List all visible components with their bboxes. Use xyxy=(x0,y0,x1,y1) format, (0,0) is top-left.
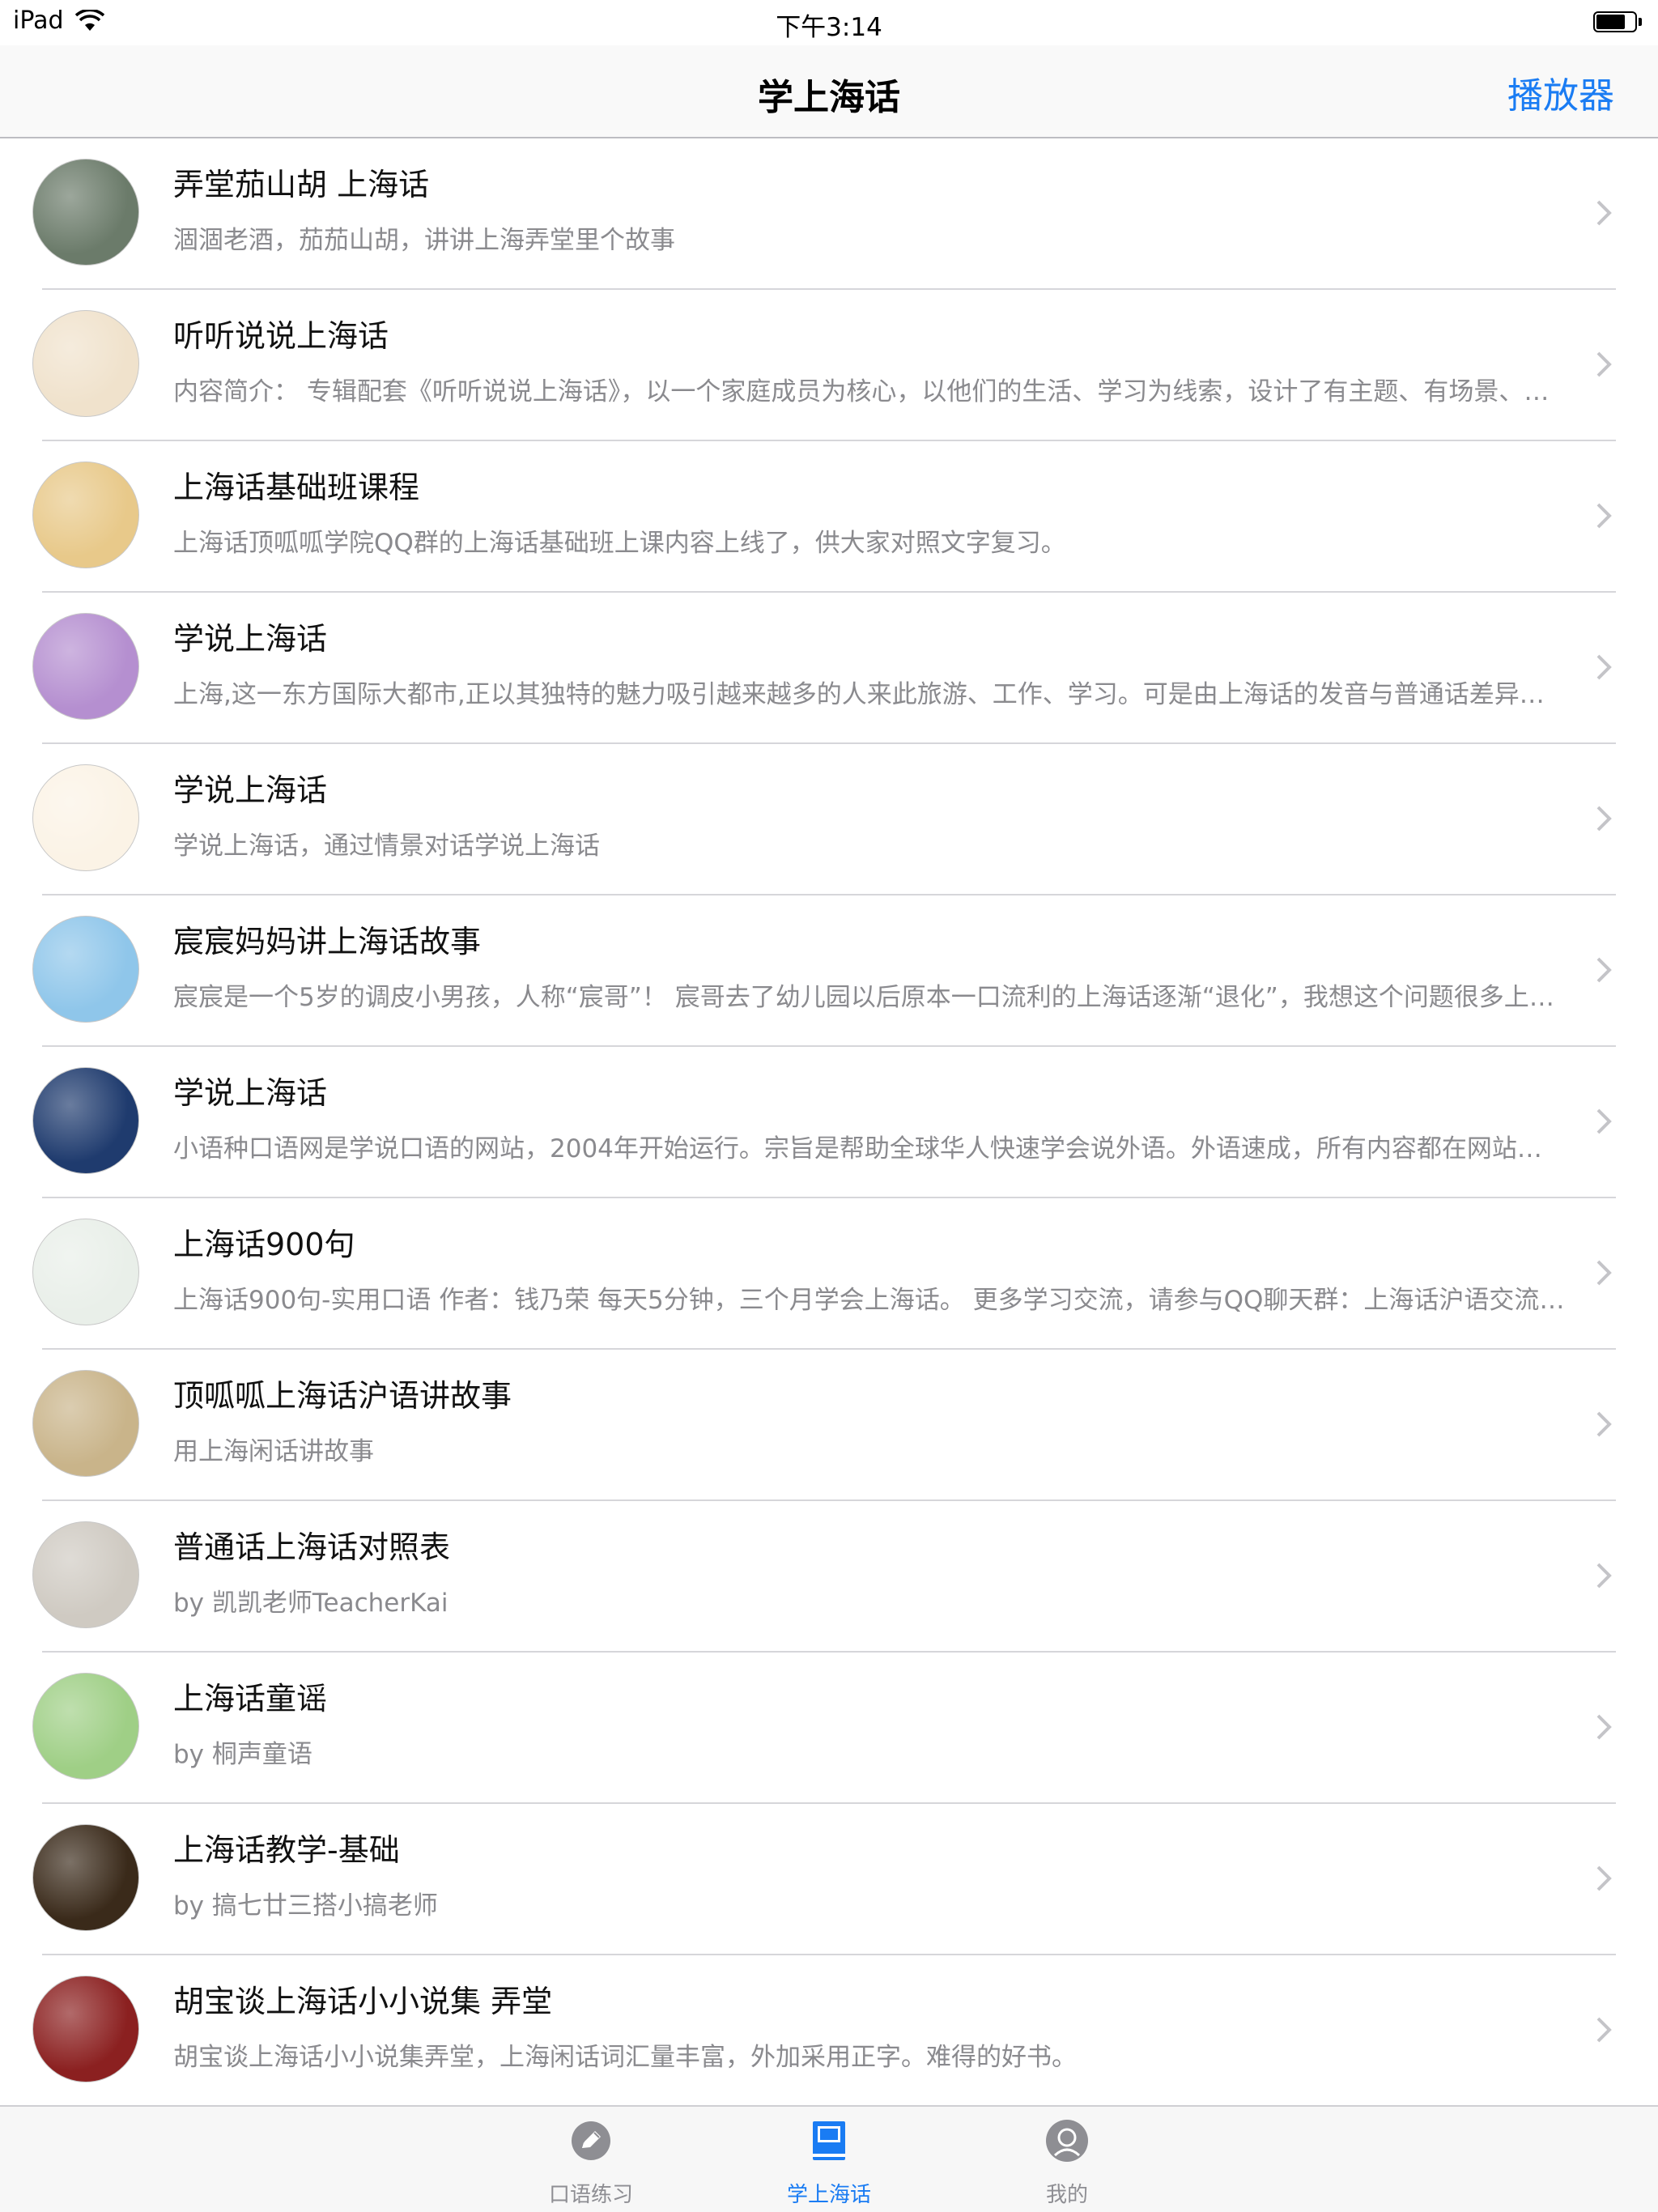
item-subtitle: 上海,这一东方国际大都市,正以其独特的魅力吸引越来越多的人来此旅游、工作、学习。… xyxy=(173,680,1566,709)
navigation-bar: 学上海话 播放器 xyxy=(0,45,1658,138)
page-title: 学上海话 xyxy=(758,77,900,118)
item-subtitle: by 凯凯老师TeacherKai xyxy=(173,1589,449,1618)
battery-icon xyxy=(1593,11,1642,32)
item-subtitle: 上海话900句-实用口语 作者：钱乃荣 每天5分钟，三个月学会上海话。 更多学习… xyxy=(173,1286,1566,1315)
list-item[interactable]: 上海话900句上海话900句-实用口语 作者：钱乃荣 每天5分钟，三个月学会上海… xyxy=(0,1198,1658,1350)
item-subtitle: 内容简介： 专辑配套《听听说说上海话》，以一个家庭成员为核心，以他们的生活、学习… xyxy=(173,377,1566,406)
list-item[interactable]: 上海话教学-基础 by 搞七廿三搭小搞老师 xyxy=(0,1804,1658,1955)
list-item[interactable]: 上海话基础班课程上海话顶呱呱学院QQ群的上海话基础班上课内容上线了，供大家对照文… xyxy=(0,441,1658,593)
course-thumbnail xyxy=(32,1976,139,2082)
course-thumbnail xyxy=(32,613,139,720)
tab-label: 口语练习 xyxy=(548,2183,633,2207)
course-thumbnail xyxy=(32,916,139,1023)
status-time: 下午3:14 xyxy=(776,13,882,42)
chevron-right-icon xyxy=(1596,654,1612,680)
tab-me[interactable]: 我的 xyxy=(986,2118,1148,2208)
chevron-right-icon xyxy=(1596,1714,1612,1740)
book-icon xyxy=(813,2121,845,2160)
status-bar: iPad 下午3:14 xyxy=(0,0,1658,45)
item-title: 上海话900句 xyxy=(173,1227,355,1262)
list-item[interactable]: 顶呱呱上海话沪语讲故事用上海闲话讲故事 xyxy=(0,1350,1658,1501)
chevron-right-icon xyxy=(1596,1108,1612,1134)
chevron-right-icon xyxy=(1596,1411,1612,1437)
list-item[interactable]: 宸宸妈妈讲上海话故事宸宸是一个5岁的调皮小男孩，人称“宸哥”！ 宸哥去了幼儿园以… xyxy=(0,895,1658,1047)
list-item[interactable]: 学说上海话上海,这一东方国际大都市,正以其独特的魅力吸引越来越多的人来此旅游、工… xyxy=(0,593,1658,744)
chevron-right-icon xyxy=(1596,1260,1612,1286)
course-thumbnail xyxy=(32,159,139,266)
item-subtitle: 宸宸是一个5岁的调皮小男孩，人称“宸哥”！ 宸哥去了幼儿园以后原本一口流利的上海… xyxy=(173,983,1566,1012)
course-thumbnail xyxy=(32,1521,139,1628)
chevron-right-icon xyxy=(1596,1865,1612,1891)
item-title: 宸宸妈妈讲上海话故事 xyxy=(173,924,482,959)
chevron-right-icon xyxy=(1596,1563,1612,1589)
tab-speaking-practice[interactable]: 口语练习 xyxy=(510,2118,672,2208)
item-title: 胡宝谈上海话小小说集 弄堂 xyxy=(173,1984,553,2019)
list-item[interactable]: 听听说说上海话内容简介： 专辑配套《听听说说上海话》，以一个家庭成员为核心，以他… xyxy=(0,290,1658,441)
item-title: 上海话基础班课程 xyxy=(173,470,420,505)
chevron-right-icon xyxy=(1596,2017,1612,2043)
course-list[interactable]: 弄堂茄山胡 上海话涸涸老酒，茄茄山胡，讲讲上海弄堂里个故事听听说说上海话内容简介… xyxy=(0,138,1658,2106)
item-title: 弄堂茄山胡 上海话 xyxy=(173,167,430,202)
course-thumbnail xyxy=(32,310,139,417)
person-icon xyxy=(1046,2120,1088,2162)
chevron-right-icon xyxy=(1596,503,1612,529)
item-title: 顶呱呱上海话沪语讲故事 xyxy=(173,1378,512,1414)
tab-learn-shanghainese[interactable]: 学上海话 xyxy=(748,2118,910,2208)
course-thumbnail xyxy=(32,462,139,568)
item-subtitle: 用上海闲话讲故事 xyxy=(173,1437,374,1466)
item-title: 听听说说上海话 xyxy=(173,318,389,354)
item-title: 上海话童谣 xyxy=(173,1681,328,1716)
course-thumbnail xyxy=(32,1673,139,1780)
item-subtitle: 上海话顶呱呱学院QQ群的上海话基础班上课内容上线了，供大家对照文字复习。 xyxy=(173,529,1066,558)
item-title: 学说上海话 xyxy=(173,772,328,808)
item-title: 学说上海话 xyxy=(173,1075,328,1111)
item-title: 普通话上海话对照表 xyxy=(173,1529,451,1565)
tab-bar: 口语练习 学上海话 我的 xyxy=(0,2105,1658,2212)
chevron-right-icon xyxy=(1596,351,1612,377)
pencil-icon xyxy=(572,2121,610,2160)
course-thumbnail xyxy=(32,1219,139,1325)
chevron-right-icon xyxy=(1596,806,1612,832)
list-item[interactable]: 胡宝谈上海话小小说集 弄堂胡宝谈上海话小小说集弄堂，上海闲话词汇量丰富，外加采用… xyxy=(0,1955,1658,2106)
list-item[interactable]: 弄堂茄山胡 上海话涸涸老酒，茄茄山胡，讲讲上海弄堂里个故事 xyxy=(0,138,1658,290)
item-subtitle: 学说上海话，通过情景对话学说上海话 xyxy=(173,832,600,861)
item-title: 学说上海话 xyxy=(173,621,328,657)
item-subtitle: 涸涸老酒，茄茄山胡，讲讲上海弄堂里个故事 xyxy=(173,226,675,255)
tab-label: 学上海话 xyxy=(786,2183,871,2207)
list-item[interactable]: 上海话童谣 by 桐声童语 xyxy=(0,1653,1658,1804)
chevron-right-icon xyxy=(1596,200,1612,226)
chevron-right-icon xyxy=(1596,957,1612,983)
course-thumbnail xyxy=(32,764,139,871)
item-subtitle: 胡宝谈上海话小小说集弄堂，上海闲话词汇量丰富，外加采用正字。难得的好书。 xyxy=(173,2043,1077,2072)
item-title: 上海话教学-基础 xyxy=(173,1832,400,1868)
course-thumbnail xyxy=(32,1370,139,1477)
item-subtitle: by 搞七廿三搭小搞老师 xyxy=(173,1891,438,1921)
item-subtitle: 小语种口语网是学说口语的网站，2004年开始运行。宗旨是帮助全球华人快速学会说外… xyxy=(173,1134,1566,1163)
item-subtitle: by 桐声童语 xyxy=(173,1740,312,1769)
list-item[interactable]: 学说上海话学说上海话，通过情景对话学说上海话 xyxy=(0,744,1658,895)
list-item[interactable]: 学说上海话小语种口语网是学说口语的网站，2004年开始运行。宗旨是帮助全球华人快… xyxy=(0,1047,1658,1198)
list-item[interactable]: 普通话上海话对照表 by 凯凯老师TeacherKai xyxy=(0,1501,1658,1653)
player-button[interactable]: 播放器 xyxy=(1507,66,1614,118)
course-thumbnail xyxy=(32,1067,139,1174)
tab-label: 我的 xyxy=(1045,2183,1088,2207)
course-thumbnail xyxy=(32,1824,139,1931)
